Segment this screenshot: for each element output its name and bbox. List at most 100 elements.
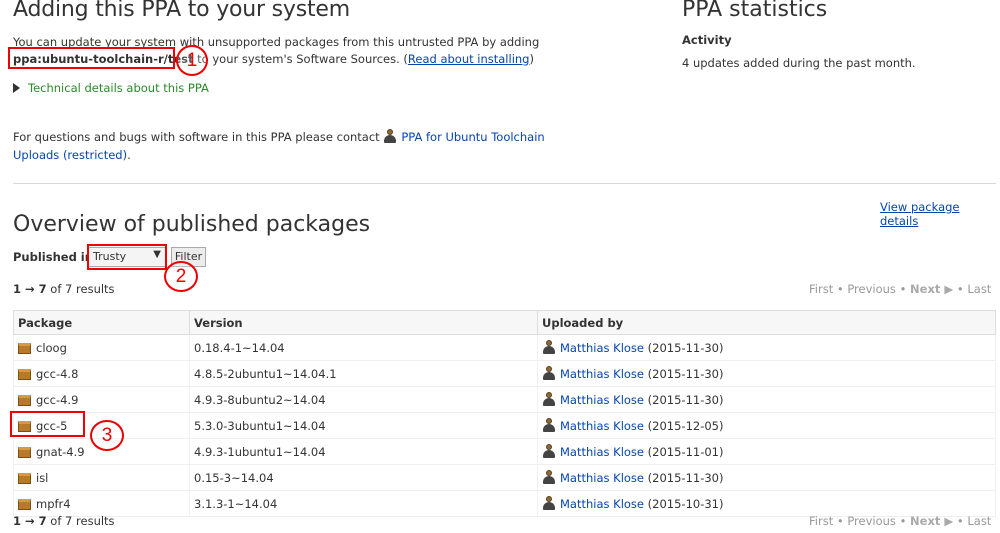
package-name: cloog — [36, 340, 67, 355]
uploader-cell: Matthias Klose (2015-11-01) — [537, 438, 996, 465]
version-cell: 4.8.5-2ubuntu1~14.04.1 — [189, 360, 538, 387]
table-row: isl 0.15-3~14.04 Matthias Klose (2015-11-3… — [13, 464, 996, 491]
package-box-icon — [18, 446, 31, 458]
published-in-label: Published in: — [13, 250, 98, 264]
uploader-link[interactable]: Matthias Klose — [560, 497, 644, 511]
pager-last[interactable]: Last — [967, 282, 991, 296]
play-triangle-icon: ▶ — [944, 282, 954, 296]
table-row: cloog 0.18.4-1~14.04 Matthias Klose (2015-… — [13, 334, 996, 361]
pager-last[interactable]: Last — [967, 514, 991, 528]
team-link-part1[interactable]: PPA for Ubuntu Toolchain — [401, 130, 544, 144]
person-icon — [542, 366, 556, 380]
annotation-marker-2: 2 — [164, 261, 198, 292]
technical-details-toggle[interactable]: Technical details about this PPA — [13, 81, 209, 95]
results-count-bottom: 1 → 7 of 7 results — [13, 514, 115, 528]
read-about-installing-link[interactable]: Read about installing — [408, 52, 530, 66]
version-cell: 0.18.4-1~14.04 — [189, 334, 538, 361]
upload-date: (2015-10-31) — [644, 497, 724, 511]
results-of: of 7 results — [46, 282, 115, 296]
table-row: gcc-4.9 4.9.3-8ubuntu2~14.04 Matthias Klos… — [13, 386, 996, 413]
version-cell: 4.9.3-8ubuntu2~14.04 — [189, 386, 538, 413]
uploader-cell: Matthias Klose (2015-11-30) — [537, 360, 996, 387]
contact-end: . — [127, 148, 131, 162]
person-icon — [542, 470, 556, 484]
pager-top: First • Previous • Next ▶ • Last — [809, 282, 992, 296]
package-cell: mpfr4 — [13, 490, 190, 517]
upload-date: (2015-12-05) — [644, 419, 724, 433]
packages-table: Package Version Uploaded by cloog 0.18.4-… — [13, 310, 996, 517]
overview-heading: Overview of published packages — [13, 212, 371, 237]
contact-text: For questions and bugs with software in … — [13, 130, 384, 144]
package-box-icon — [18, 368, 31, 380]
pager-next[interactable]: Next ▶ — [910, 514, 953, 528]
pager-first[interactable]: First — [809, 514, 833, 528]
table-row: gcc-5 5.3.0-3ubuntu1~14.04 Matthias Klose … — [13, 412, 996, 439]
header-package: Package — [13, 310, 190, 335]
person-icon — [542, 418, 556, 432]
annotation-box-1 — [8, 47, 175, 69]
upload-date: (2015-11-30) — [644, 367, 724, 381]
package-box-icon — [18, 342, 31, 354]
play-triangle-icon: ▶ — [944, 514, 954, 528]
uploader-link[interactable]: Matthias Klose — [560, 419, 644, 433]
version-cell: 5.3.0-3ubuntu1~14.04 — [189, 412, 538, 439]
uploader-link[interactable]: Matthias Klose — [560, 393, 644, 407]
view-package-details-link[interactable]: View package details — [880, 200, 1000, 228]
intro-rest: to your system's Software Sources. ( — [193, 52, 408, 66]
package-box-icon — [18, 472, 31, 484]
pager-previous[interactable]: Previous — [847, 514, 896, 528]
results-count-top: 1 → 7 of 7 results — [13, 282, 115, 296]
package-name: gcc-4.9 — [36, 392, 79, 407]
person-icon — [542, 340, 556, 354]
table-row: gnat-4.9 4.9.3-1ubuntu1~14.04 Matthias Klo… — [13, 438, 996, 465]
annotation-box-2 — [87, 244, 167, 270]
technical-details-label: Technical details about this PPA — [28, 81, 209, 95]
person-icon — [542, 392, 556, 406]
package-box-icon — [18, 498, 31, 510]
section-divider — [13, 183, 996, 184]
version-cell: 3.1.3-1~14.04 — [189, 490, 538, 517]
package-cell: gcc-4.8 — [13, 360, 190, 387]
upload-date: (2015-11-30) — [644, 471, 724, 485]
version-cell: 4.9.3-1ubuntu1~14.04 — [189, 438, 538, 465]
pager-first[interactable]: First — [809, 282, 833, 296]
annotation-box-3 — [10, 411, 85, 437]
ppa-statistics-heading: PPA statistics — [682, 0, 828, 22]
adding-ppa-heading: Adding this PPA to your system — [13, 0, 350, 22]
results-of: of 7 results — [46, 514, 115, 528]
results-range: 1 → 7 — [13, 514, 47, 528]
package-name: gnat-4.9 — [36, 444, 85, 459]
triangle-right-icon — [13, 83, 20, 93]
package-cell: isl — [13, 464, 190, 491]
annotation-marker-1: 1 — [176, 45, 208, 76]
package-box-icon — [18, 394, 31, 406]
annotation-marker-3: 3 — [90, 420, 124, 451]
upload-date: (2015-11-30) — [644, 393, 724, 407]
package-name: isl — [36, 470, 49, 485]
package-name: mpfr4 — [36, 496, 71, 511]
upload-date: (2015-11-01) — [644, 445, 724, 459]
uploader-link[interactable]: Matthias Klose — [560, 367, 644, 381]
activity-label: Activity — [682, 33, 732, 47]
package-cell: cloog — [13, 334, 190, 361]
version-cell: 0.15-3~14.04 — [189, 464, 538, 491]
uploader-link[interactable]: Matthias Klose — [560, 445, 644, 459]
team-person-icon — [383, 129, 397, 143]
person-icon — [542, 444, 556, 458]
pager-next[interactable]: Next ▶ — [910, 282, 953, 296]
intro-paren-close: ) — [529, 52, 534, 66]
pager-previous[interactable]: Previous — [847, 282, 896, 296]
uploader-cell: Matthias Klose (2015-11-30) — [537, 464, 996, 491]
uploader-cell: Matthias Klose (2015-11-30) — [537, 386, 996, 413]
uploader-link[interactable]: Matthias Klose — [560, 471, 644, 485]
person-icon — [542, 496, 556, 510]
uploader-link[interactable]: Matthias Klose — [560, 341, 644, 355]
pager-bottom: First • Previous • Next ▶ • Last — [809, 514, 992, 528]
uploader-cell: Matthias Klose (2015-10-31) — [537, 490, 996, 517]
activity-text: 4 updates added during the past month. — [682, 56, 916, 70]
package-name: gcc-4.8 — [36, 366, 79, 381]
team-link-part2[interactable]: Uploads (restricted) — [13, 148, 127, 162]
table-row: mpfr4 3.1.3-1~14.04 Matthias Klose (2015-1… — [13, 490, 996, 517]
uploader-cell: Matthias Klose (2015-12-05) — [537, 412, 996, 439]
header-version: Version — [189, 310, 538, 335]
